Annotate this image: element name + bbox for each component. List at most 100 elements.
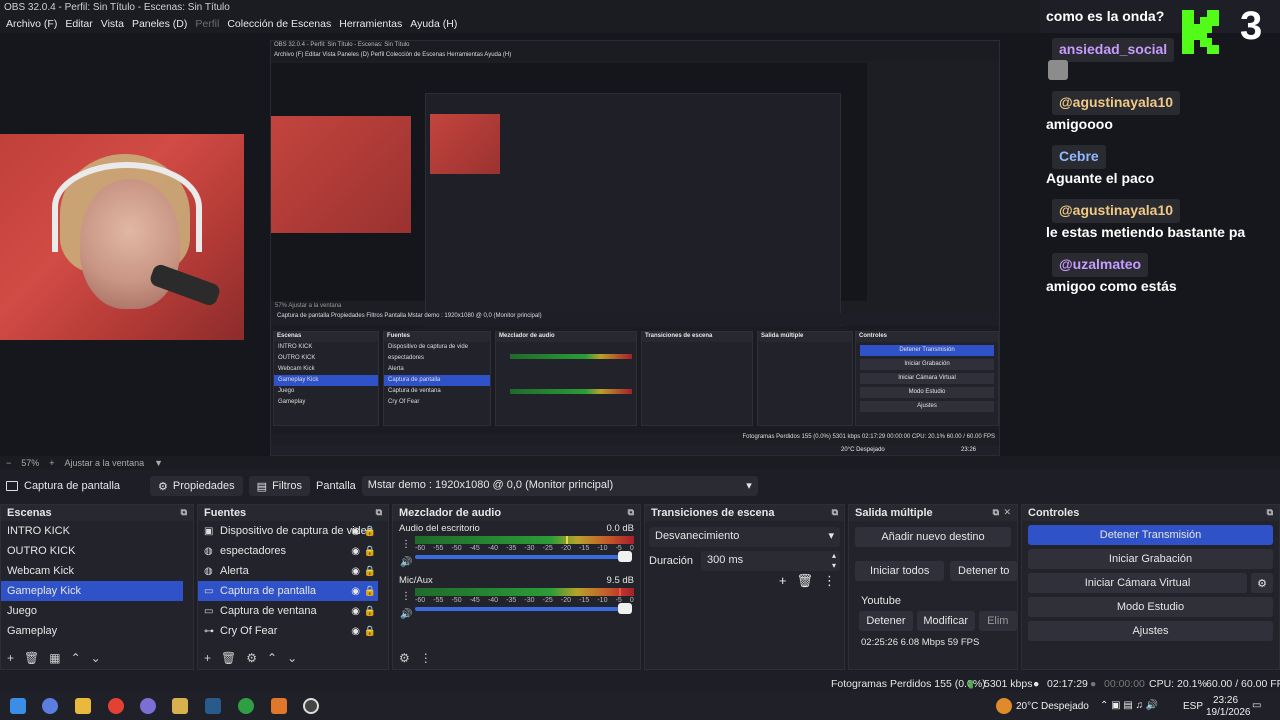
game-icon[interactable]	[271, 698, 287, 714]
lock-icon[interactable]: 🔒	[364, 606, 376, 617]
add-destination-button[interactable]: Añadir nuevo destino	[855, 527, 1011, 547]
undock-icon[interactable]: ⧉	[628, 507, 634, 518]
chrome-icon[interactable]	[108, 698, 124, 714]
duration-input[interactable]: 300 ms ▴ ▾	[701, 551, 840, 571]
steam-icon[interactable]	[205, 698, 221, 714]
move-down-icon[interactable]: ⌄	[287, 651, 297, 665]
source-item[interactable]: ◍ espectadores ◉ 🔒	[198, 541, 388, 561]
scene-item[interactable]: Juego	[1, 601, 193, 621]
undock-icon[interactable]: ⧉	[181, 507, 187, 518]
notification-icon[interactable]: ▭	[1252, 700, 1261, 711]
trash-icon[interactable]: 🗑	[24, 651, 39, 665]
volume-slider[interactable]	[415, 551, 632, 562]
add-icon[interactable]: +	[779, 573, 787, 589]
slider-handle[interactable]	[618, 551, 632, 562]
more-vertical-icon[interactable]: ⋮	[401, 591, 411, 602]
zoom-plus-icon[interactable]: +	[49, 458, 54, 468]
trash-icon[interactable]: 🗑	[221, 651, 236, 665]
settings-button[interactable]: Ajustes	[1028, 621, 1273, 641]
chat-user: @agustinayala10	[1052, 199, 1181, 223]
obs-icon[interactable]	[303, 698, 319, 714]
more-vertical-icon[interactable]: ⋮	[823, 573, 836, 589]
filters-button[interactable]: ▤ Filtros	[248, 476, 311, 496]
lock-icon[interactable]: 🔒	[364, 586, 376, 597]
lock-icon[interactable]: 🔒	[364, 546, 376, 557]
start-recording-button[interactable]: Iniciar Grabación	[1028, 549, 1273, 569]
scene-item[interactable]: INTRO KICK	[1, 521, 193, 541]
source-item[interactable]: ⊶ Cry Of Fear ◉ 🔒	[198, 621, 388, 641]
modify-button[interactable]: Modificar	[916, 611, 975, 631]
source-item-selected[interactable]: ▭ Captura de pantalla ◉ 🔒	[198, 581, 378, 601]
menu-file[interactable]: Archivo (F)	[2, 18, 61, 30]
menu-help[interactable]: Ayuda (H)	[406, 18, 461, 30]
lock-icon[interactable]: 🔒	[364, 626, 376, 637]
stop-all-button[interactable]: Detener to	[950, 561, 1017, 581]
start-virtual-camera-button[interactable]: Iniciar Cámara Virtual	[1028, 573, 1247, 593]
source-item[interactable]: ▭ Captura de ventana ◉ 🔒	[198, 601, 388, 621]
add-icon[interactable]: +	[7, 651, 14, 665]
menu-docks[interactable]: Paneles (D)	[128, 18, 191, 30]
eye-icon[interactable]: ◉	[351, 526, 360, 537]
lock-icon[interactable]: 🔒	[364, 526, 376, 537]
undock-icon[interactable]: ⧉	[832, 507, 838, 518]
move-up-icon[interactable]: ⌃	[267, 651, 277, 665]
gear-icon[interactable]: ⚙	[1251, 573, 1273, 593]
tray-icons[interactable]: ⌃ ▣ ▤ ♫ 🔊	[1100, 700, 1158, 711]
speaker-icon[interactable]: 🔊	[400, 557, 412, 568]
lock-icon[interactable]: 🔒	[364, 566, 376, 577]
more-vertical-icon[interactable]: ⋮	[401, 539, 411, 550]
add-icon[interactable]: +	[204, 651, 211, 665]
display-select[interactable]: Mstar demo : 1920x1080 @ 0,0 (Monitor pr…	[361, 476, 758, 496]
undock-icon[interactable]: ⧉	[1267, 507, 1273, 518]
zoom-minus-icon[interactable]: −	[6, 458, 11, 468]
trash-icon[interactable]: 🗑	[796, 573, 813, 589]
studio-mode-button[interactable]: Modo Estudio	[1028, 597, 1273, 617]
zoom-dropdown-icon[interactable]: ▼	[154, 458, 163, 468]
stop-stream-button[interactable]: Detener Transmisión	[1028, 525, 1273, 545]
copilot-icon[interactable]	[42, 698, 58, 714]
clock-time[interactable]: 23:26	[1213, 695, 1238, 706]
eye-icon[interactable]: ◉	[351, 606, 360, 617]
browser-icon[interactable]	[238, 698, 254, 714]
move-up-icon[interactable]: ⌃	[71, 651, 81, 665]
slider-handle[interactable]	[618, 603, 632, 614]
dock-title: Mezclador de audio	[399, 507, 502, 519]
scene-item-selected[interactable]: Gameplay Kick	[1, 581, 183, 601]
menu-edit[interactable]: Editar	[61, 18, 96, 30]
delete-button[interactable]: Elim	[978, 611, 1017, 631]
scene-item[interactable]: Webcam Kick	[1, 561, 193, 581]
undock-icon[interactable]: ⧉	[376, 507, 382, 518]
menu-tools[interactable]: Herramientas	[335, 18, 406, 30]
filter-icon[interactable]: ▦	[49, 651, 60, 665]
menu-scene-collection[interactable]: Colección de Escenas	[223, 18, 335, 30]
source-item[interactable]: ▣ Dispositivo de captura de videc ◉ 🔒	[198, 521, 388, 541]
spinner-icon[interactable]: ▴ ▾	[832, 551, 836, 571]
stop-button[interactable]: Detener	[859, 611, 913, 631]
source-item[interactable]: ◍ Alerta ◉ 🔒	[198, 561, 388, 581]
scene-item[interactable]: Gameplay	[1, 621, 193, 641]
media-player-icon[interactable]	[172, 698, 188, 714]
language-indicator[interactable]: ESP	[1183, 701, 1203, 712]
gear-icon[interactable]: ⚙	[246, 651, 257, 665]
undock-icon[interactable]: ⧉	[993, 507, 999, 518]
move-down-icon[interactable]: ⌄	[91, 651, 101, 665]
start-all-button[interactable]: Iniciar todos	[855, 561, 945, 581]
eye-icon[interactable]: ◉	[351, 566, 360, 577]
scene-item[interactable]: OUTRO KICK	[1, 541, 193, 561]
discord-icon[interactable]	[140, 698, 156, 714]
properties-button[interactable]: ⚙ Propiedades	[150, 476, 243, 496]
eye-icon[interactable]: ◉	[351, 586, 360, 597]
eye-icon[interactable]: ◉	[351, 626, 360, 637]
file-explorer-icon[interactable]	[75, 698, 91, 714]
clock-date[interactable]: 19/1/2026	[1206, 707, 1251, 718]
menu-view[interactable]: Vista	[97, 18, 128, 30]
settings-icon[interactable]: ⚙	[399, 651, 410, 665]
close-icon[interactable]: ✕	[1003, 507, 1011, 518]
eye-icon[interactable]: ◉	[351, 546, 360, 557]
speaker-icon[interactable]: 🔊	[400, 609, 412, 620]
more-vertical-icon[interactable]: ⋮	[420, 651, 432, 665]
windows-start-icon[interactable]	[10, 698, 26, 714]
transition-select[interactable]: Desvanecimiento ▾	[649, 527, 840, 547]
volume-slider[interactable]	[415, 603, 632, 614]
fit-window-label[interactable]: Ajustar a la ventana	[65, 458, 145, 468]
